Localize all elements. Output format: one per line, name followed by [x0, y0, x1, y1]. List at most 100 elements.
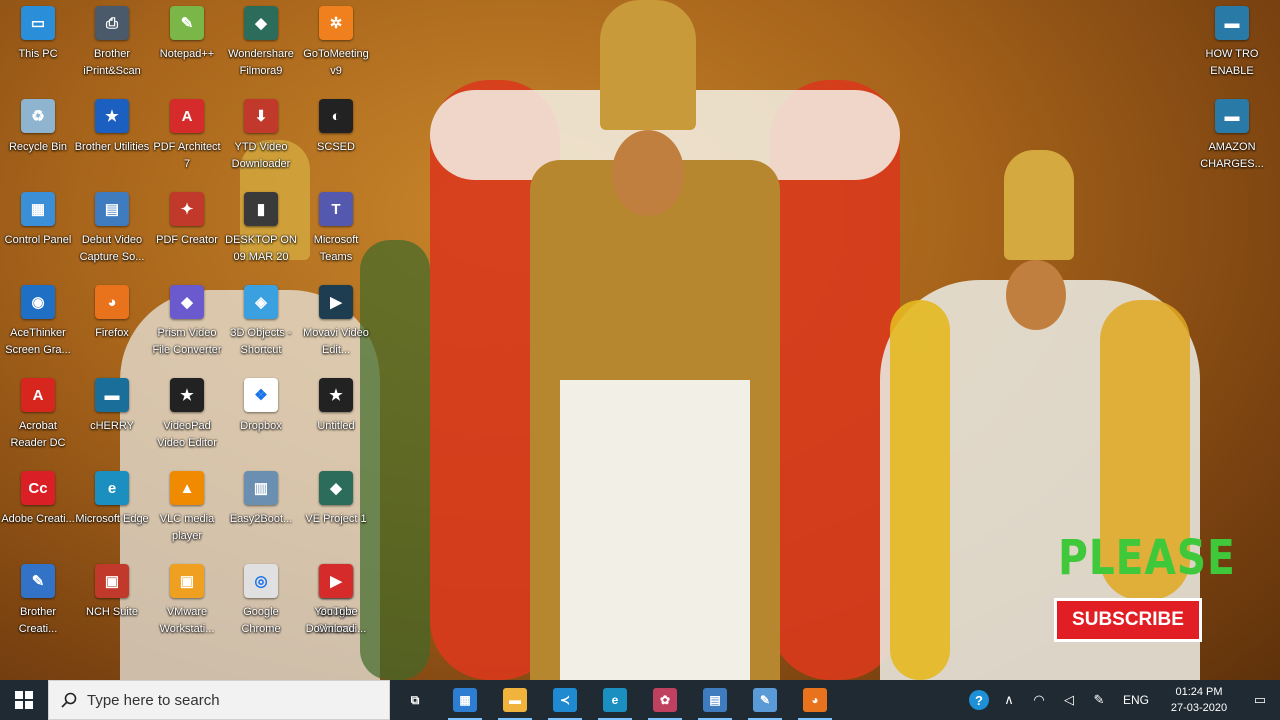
- desktop-icon[interactable]: ✎ Notepad++: [149, 0, 225, 86]
- recycle-bin-icon: ♻: [21, 99, 55, 133]
- notification-icon[interactable]: ▭: [1240, 680, 1280, 720]
- desktop-icon[interactable]: ▬ AMAZON CHARGES...: [1194, 93, 1270, 179]
- subscribe-button[interactable]: SUBSCRIBE: [1054, 598, 1202, 642]
- vlc-icon: ▲: [170, 471, 204, 505]
- desktop-icon-label: Dropbox: [240, 420, 282, 432]
- search-box[interactable]: Type here to search: [48, 680, 390, 720]
- desktop-icon[interactable]: T Microsoft Teams: [298, 186, 374, 272]
- desktop-icon[interactable]: ▣ NCH Suite: [74, 558, 150, 644]
- clock-time: 01:24 PM: [1175, 686, 1223, 698]
- taskbar-app[interactable]: ✿: [640, 680, 690, 720]
- desktop-icon[interactable]: ▭ This PC: [0, 0, 76, 86]
- taskbar-app[interactable]: ⧉: [390, 680, 440, 720]
- task-view-icon: ⧉: [410, 692, 420, 707]
- desktop-icon[interactable]: ◈ 3D Objects - Shortcut: [223, 279, 299, 365]
- desktop-icon[interactable]: ★ VideoPad Video Editor: [149, 372, 225, 458]
- desktop-icon-label: PDF Architect 7: [153, 141, 221, 170]
- scsed-icon: ◐: [319, 99, 353, 133]
- desktop-icon[interactable]: ▶ YouTube Downloadi...: [298, 558, 374, 644]
- desktop-icon-label: Wondershare Filmora9: [228, 48, 294, 77]
- pen-icon[interactable]: ✎: [1084, 680, 1114, 720]
- desktop-icon-label: Google Chrome: [241, 606, 281, 635]
- desktop-icon[interactable]: ▣ VMware Workstati...: [149, 558, 225, 644]
- desktop-icon-label: Brother Utilities: [74, 141, 150, 153]
- taskbar-app[interactable]: ✎: [740, 680, 790, 720]
- taskbar-app[interactable]: ▦: [440, 680, 490, 720]
- please-text: PLEASE: [1058, 530, 1236, 586]
- desktop-icon[interactable]: ◕ Firefox: [74, 279, 150, 365]
- taskbar-app[interactable]: ▤: [690, 680, 740, 720]
- desktop-icon[interactable]: ▶ Movavi Video Edit...: [298, 279, 374, 365]
- desktop-icon[interactable]: ▮ DESKTOP ON 09 MAR 20: [223, 186, 299, 272]
- desktop-icon-label: Movavi Video Edit...: [303, 327, 369, 356]
- desktop-icon[interactable]: A PDF Architect 7: [149, 93, 225, 179]
- gotomeeting-icon: ✲: [319, 6, 353, 40]
- movavi-icon: ▶: [319, 285, 353, 319]
- desktop-icon[interactable]: Cc Adobe Creati...: [0, 465, 76, 551]
- dropbox-icon: ❖: [244, 378, 278, 412]
- acrobat-icon: A: [21, 378, 55, 412]
- desktop-icon[interactable]: ◆ VE Project 1: [298, 465, 374, 551]
- desktop-icon[interactable]: ✦ PDF Creator: [149, 186, 225, 272]
- taskbar-app[interactable]: e: [590, 680, 640, 720]
- search-icon: [61, 692, 77, 708]
- desktop-icon[interactable]: ★ Brother Utilities: [74, 93, 150, 179]
- desktop-icon[interactable]: ▤ Debut Video Capture So...: [74, 186, 150, 272]
- taskbar: Type here to search ⧉ ▦ ▬ ≺ e ✿ ▤ ✎ ◕ ? ∧ ◠ ◁ ✎ …: [0, 680, 1280, 720]
- subscribe-label: SUBSCRIBE: [1057, 601, 1199, 639]
- desktop-icon[interactable]: ✲ GoToMeeting v9: [298, 0, 374, 86]
- desktop-icon-label: Control Panel: [4, 234, 72, 246]
- folder-icon: ▮: [244, 192, 278, 226]
- desktop-icon[interactable]: ❖ Dropbox: [223, 372, 299, 458]
- paint-icon: ✿: [653, 688, 677, 712]
- system-tray: ? ∧ ◠ ◁ ✎ ENG 01:24 PM 27-03-2020 ▭: [964, 680, 1280, 720]
- desktop-icon-label: Microsoft Edge: [75, 513, 149, 525]
- desktop-icon-label: Prism Video File Converter: [152, 327, 222, 356]
- language-indicator[interactable]: ENG: [1114, 680, 1158, 720]
- desktop-icon[interactable]: ◆ Prism Video File Converter: [149, 279, 225, 365]
- desktop-icon[interactable]: A Acrobat Reader DC: [0, 372, 76, 458]
- taskbar-app[interactable]: ▬: [490, 680, 540, 720]
- desktop-icon-label: Recycle Bin: [8, 141, 68, 153]
- control-panel-icon: ▦: [21, 192, 55, 226]
- volume-icon[interactable]: ◁: [1054, 680, 1084, 720]
- desktop-icon[interactable]: ★ Untitled: [298, 372, 374, 458]
- video-capture-icon: ▤: [703, 688, 727, 712]
- taskbar-app[interactable]: ≺: [540, 680, 590, 720]
- desktop-icon[interactable]: ⬇ YTD Video Downloader: [223, 93, 299, 179]
- adobe-creative-icon: Cc: [21, 471, 55, 505]
- desktop-icon[interactable]: ▬ cHERRY: [74, 372, 150, 458]
- pdf-architect-icon: A: [170, 99, 204, 133]
- wifi-icon[interactable]: ◠: [1024, 680, 1054, 720]
- desktop-icon[interactable]: ✎ Brother Creati...: [0, 558, 76, 644]
- desktop-icon[interactable]: ◐ SCSED: [298, 93, 374, 179]
- desktop-icon[interactable]: ▲ VLC media player: [149, 465, 225, 551]
- desktop-icon-label: YTD Video Downloader: [231, 141, 291, 170]
- paint3d-icon: ✎: [753, 688, 777, 712]
- firefox-icon: ◕: [95, 285, 129, 319]
- taskbar-app[interactable]: ◕: [790, 680, 840, 720]
- clock[interactable]: 01:24 PM 27-03-2020: [1158, 684, 1240, 716]
- clock-date: 27-03-2020: [1170, 702, 1228, 714]
- desktop-icon[interactable]: ▬ HOW TRO ENABLE: [1194, 0, 1270, 86]
- easy2boot-icon: ▥: [244, 471, 278, 505]
- desktop-icon-label: YouTube Downloadi...: [305, 606, 367, 635]
- desktop-icon[interactable]: ⎙ Brother iPrint&Scan: [74, 0, 150, 86]
- desktop-icon-label: AceThinker Screen Gra...: [5, 327, 71, 356]
- desktop-icon-label: DESKTOP ON 09 MAR 20: [225, 234, 297, 263]
- desktop-icon-label: Untitled: [317, 420, 355, 432]
- desktop-icon[interactable]: e Microsoft Edge: [74, 465, 150, 551]
- chevron-up-icon[interactable]: ∧: [994, 680, 1024, 720]
- start-button[interactable]: [0, 680, 48, 720]
- desktop-icon-label: GoToMeeting v9: [303, 48, 369, 77]
- vscode-icon: ≺: [553, 688, 577, 712]
- desktop-icon-label: AMAZON CHARGES...: [1200, 141, 1264, 170]
- desktop-icon-label: NCH Suite: [86, 606, 138, 618]
- desktop-icon[interactable]: ◆ Wondershare Filmora9: [223, 0, 299, 86]
- desktop-icon[interactable]: ◉ AceThinker Screen Gra...: [0, 279, 76, 365]
- desktop-icon[interactable]: ▥ Easy2Boot...: [223, 465, 299, 551]
- desktop-icon[interactable]: ♻ Recycle Bin: [0, 93, 76, 179]
- desktop-icon[interactable]: ▦ Control Panel: [0, 186, 76, 272]
- desktop-icon[interactable]: ◎ Google Chrome: [223, 558, 299, 644]
- help-icon[interactable]: ?: [964, 680, 994, 720]
